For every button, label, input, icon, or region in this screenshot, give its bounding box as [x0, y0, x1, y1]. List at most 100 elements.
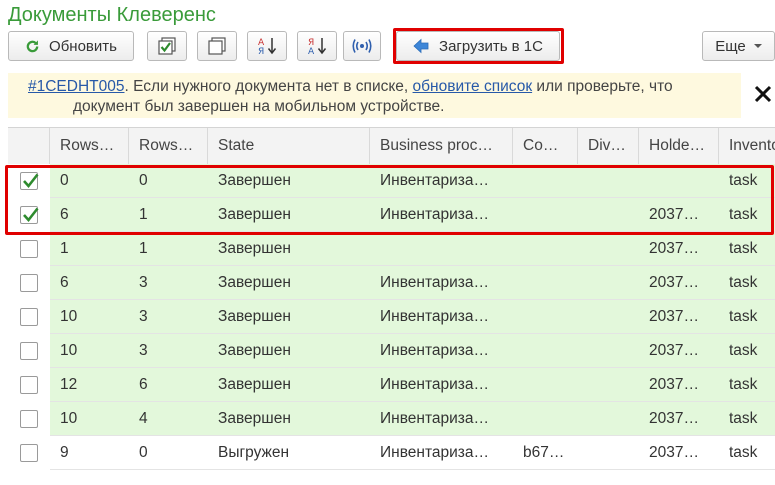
table-row[interactable]: 1 1 Завершен 2037… task	[8, 232, 775, 266]
more-label: Еще	[715, 37, 746, 55]
table-cell: Инвентариза…	[380, 444, 489, 461]
table-cell	[578, 402, 639, 436]
sort-descending-button[interactable]: Я A	[297, 31, 337, 61]
row-checkbox-cell	[8, 232, 50, 266]
table-cell	[513, 368, 578, 402]
table-row[interactable]: 10 3 Завершен Инвентариза… 2037… task	[8, 300, 775, 334]
check-all-button[interactable]	[147, 31, 187, 61]
row-checkbox[interactable]	[20, 410, 38, 428]
banner-text-line2: документ был завершен на мобильном устро…	[73, 98, 445, 115]
table-cell	[578, 266, 639, 300]
table-cell	[513, 266, 578, 300]
selected-rows-highlight	[5, 165, 774, 235]
table-cell	[578, 436, 639, 470]
table-cell: Завершен	[218, 274, 291, 291]
refresh-icon	[25, 39, 40, 54]
barcode-scan-button[interactable]	[343, 31, 381, 61]
table-cell: 2037…	[649, 444, 699, 461]
uncheck-all-icon	[207, 36, 227, 56]
row-checkbox[interactable]	[20, 240, 38, 258]
table-cell: 6	[60, 274, 69, 291]
table-cell	[513, 402, 578, 436]
uncheck-all-button[interactable]	[197, 31, 237, 61]
table-row[interactable]: 10 4 Завершен Инвентариза… 2037… task	[8, 402, 775, 436]
column-header[interactable]: Rows…	[50, 128, 129, 164]
table-cell: 1	[60, 240, 69, 257]
row-checkbox[interactable]	[20, 308, 38, 326]
document-code-link[interactable]: #1CEDHT005	[28, 78, 125, 95]
table-row[interactable]: 12 6 Завершен Инвентариза… 2037… task	[8, 368, 775, 402]
column-header[interactable]: Holde…	[639, 128, 719, 164]
table-cell: Инвентариза…	[380, 376, 489, 393]
table-cell: Завершен	[218, 240, 291, 257]
table-cell: 3	[139, 308, 148, 325]
row-checkbox-cell	[8, 368, 50, 402]
row-checkbox-cell	[8, 266, 50, 300]
table-cell: 4	[139, 410, 148, 427]
table-cell: 10	[60, 410, 78, 427]
table-cell: 2037…	[649, 376, 699, 393]
table-cell: Инвентариза…	[380, 274, 489, 291]
refresh-button[interactable]: Обновить	[8, 31, 134, 61]
table-cell: task	[729, 342, 758, 359]
more-button[interactable]: Еще	[702, 31, 775, 61]
table-row[interactable]: 9 0 Выгружен Инвентариза… b67… 2037… task	[8, 436, 775, 470]
row-checkbox[interactable]	[20, 444, 38, 462]
row-checkbox[interactable]	[20, 376, 38, 394]
table-header: Rows… Rows… State Business proc… Co… Div…	[8, 128, 775, 165]
table-cell: 2037…	[649, 308, 699, 325]
table-cell: 2037…	[649, 410, 699, 427]
table-cell: 9	[60, 444, 69, 461]
info-banner: #1CEDHT005. Если нужного документа нет в…	[8, 73, 741, 118]
signal-icon	[352, 38, 372, 54]
column-header[interactable]: Rows…	[129, 128, 208, 164]
table-cell: 6	[139, 376, 148, 393]
table-cell	[513, 300, 578, 334]
row-checkbox-cell	[8, 402, 50, 436]
sort-descending-icon: Я A	[306, 36, 328, 56]
table-cell	[578, 368, 639, 402]
table-cell: task	[729, 240, 758, 257]
table-cell: 2037…	[649, 240, 699, 257]
table-cell: Выгружен	[218, 444, 290, 461]
table-cell: 2037…	[649, 342, 699, 359]
table-cell: Инвентариза…	[380, 308, 489, 325]
table-cell: task	[729, 274, 758, 291]
banner-text-1: . Если нужного документа нет в списке,	[124, 78, 413, 95]
refresh-label: Обновить	[49, 37, 117, 55]
svg-text:A: A	[308, 47, 315, 56]
close-banner-icon[interactable]	[752, 83, 774, 105]
table-cell	[370, 232, 513, 266]
table-cell: Инвентариза…	[380, 342, 489, 359]
sort-ascending-icon: A Я	[256, 36, 278, 56]
table-cell: Завершен	[218, 376, 291, 393]
row-checkbox-cell	[8, 334, 50, 368]
table-cell: b67…	[523, 444, 565, 461]
table-cell	[578, 334, 639, 368]
column-header[interactable]: State	[208, 128, 370, 164]
table-row[interactable]: 10 3 Завершен Инвентариза… 2037… task	[8, 334, 775, 368]
table-cell: Инвентариза…	[380, 410, 489, 427]
column-header[interactable]: Business proc…	[370, 128, 513, 164]
table-cell: task	[729, 410, 758, 427]
row-checkbox-cell	[8, 300, 50, 334]
window-title: Документы Клеверенс	[8, 4, 216, 26]
table-cell: Завершен	[218, 410, 291, 427]
row-checkbox[interactable]	[20, 342, 38, 360]
table-cell: task	[729, 444, 758, 461]
column-header[interactable]: Co…	[513, 128, 578, 164]
row-checkbox[interactable]	[20, 274, 38, 292]
column-header[interactable]: Invento	[719, 128, 775, 164]
table-cell: 10	[60, 308, 78, 325]
table-cell: 3	[139, 274, 148, 291]
sort-ascending-button[interactable]: A Я	[247, 31, 287, 61]
table-cell	[513, 232, 578, 266]
table-cell: 1	[139, 240, 148, 257]
table-cell: task	[729, 308, 758, 325]
table-cell: Завершен	[218, 308, 291, 325]
check-all-icon	[157, 36, 177, 56]
refresh-list-link[interactable]: обновите список	[413, 78, 533, 95]
table-cell: task	[729, 376, 758, 393]
table-row[interactable]: 6 3 Завершен Инвентариза… 2037… task	[8, 266, 775, 300]
column-header[interactable]: Div…	[578, 128, 639, 164]
